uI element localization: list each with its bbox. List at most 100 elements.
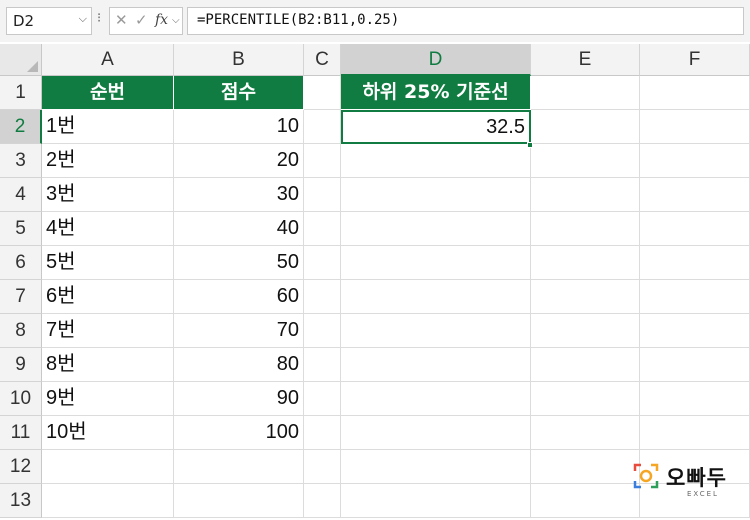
row-header-5[interactable]: 5 (0, 212, 42, 246)
cell-a12[interactable] (42, 450, 174, 484)
cell-f7[interactable] (640, 280, 750, 314)
cell-e9[interactable] (531, 348, 640, 382)
cell-c8[interactable] (304, 314, 341, 348)
cell-c5[interactable] (304, 212, 341, 246)
cell-f11[interactable] (640, 416, 750, 450)
cell-d8[interactable] (341, 314, 531, 348)
column-header-e[interactable]: E (531, 44, 640, 76)
cell-b5[interactable]: 40 (174, 212, 304, 246)
cell-b12[interactable] (174, 450, 304, 484)
cell-f3[interactable] (640, 144, 750, 178)
cell-d4[interactable] (341, 178, 531, 212)
cell-d3[interactable] (341, 144, 531, 178)
cell-e11[interactable] (531, 416, 640, 450)
cell-e7[interactable] (531, 280, 640, 314)
cell-b4[interactable]: 30 (174, 178, 304, 212)
cell-d1[interactable]: 하위 25% 기준선 (341, 76, 531, 110)
cell-a1[interactable]: 순번 (42, 76, 174, 110)
cell-e1[interactable] (531, 76, 640, 110)
cell-c3[interactable] (304, 144, 341, 178)
row-header-8[interactable]: 8 (0, 314, 42, 348)
cell-d11[interactable] (341, 416, 531, 450)
column-header-d[interactable]: D (341, 44, 531, 76)
cell-f10[interactable] (640, 382, 750, 416)
row-header-9[interactable]: 9 (0, 348, 42, 382)
cell-f1[interactable] (640, 76, 750, 110)
cell-d12[interactable] (341, 450, 531, 484)
cell-e12[interactable] (531, 450, 640, 484)
cell-c2[interactable] (304, 110, 341, 144)
cell-d7[interactable] (341, 280, 531, 314)
cell-a6[interactable]: 5번 (42, 246, 174, 280)
cell-f4[interactable] (640, 178, 750, 212)
row-header-13[interactable]: 13 (0, 484, 42, 518)
row-header-2[interactable]: 2 (0, 110, 42, 144)
cell-a2[interactable]: 1번 (42, 110, 174, 144)
cell-d5[interactable] (341, 212, 531, 246)
cell-b13[interactable] (174, 484, 304, 518)
cell-a8[interactable]: 7번 (42, 314, 174, 348)
cell-c10[interactable] (304, 382, 341, 416)
cell-e2[interactable] (531, 110, 640, 144)
row-header-12[interactable]: 12 (0, 450, 42, 484)
name-box[interactable]: D2 ⌵ (6, 7, 92, 35)
cell-e3[interactable] (531, 144, 640, 178)
cell-b1[interactable]: 점수 (174, 76, 304, 110)
expand-formula-icon[interactable]: ⌵ (172, 15, 180, 26)
cell-c12[interactable] (304, 450, 341, 484)
cell-a10[interactable]: 9번 (42, 382, 174, 416)
cell-b7[interactable]: 60 (174, 280, 304, 314)
cell-d9[interactable] (341, 348, 531, 382)
formula-input[interactable]: =PERCENTILE(B2:B11,0.25) (187, 7, 744, 35)
fill-handle[interactable] (527, 142, 533, 148)
cell-e10[interactable] (531, 382, 640, 416)
cell-b2[interactable]: 10 (174, 110, 304, 144)
cell-c9[interactable] (304, 348, 341, 382)
cell-f9[interactable] (640, 348, 750, 382)
column-header-c[interactable]: C (304, 44, 341, 76)
row-header-11[interactable]: 11 (0, 416, 42, 450)
cell-f6[interactable] (640, 246, 750, 280)
row-header-7[interactable]: 7 (0, 280, 42, 314)
more-options-icon[interactable]: ⁝ (97, 11, 101, 26)
row-header-10[interactable]: 10 (0, 382, 42, 416)
cell-c11[interactable] (304, 416, 341, 450)
enter-icon[interactable]: ✓ (135, 11, 148, 29)
row-header-1[interactable]: 1 (0, 76, 42, 110)
cell-d2[interactable]: 32.5 (341, 110, 531, 144)
cell-a4[interactable]: 3번 (42, 178, 174, 212)
cancel-icon[interactable]: ✕ (115, 11, 128, 29)
cell-a13[interactable] (42, 484, 174, 518)
cell-b3[interactable]: 20 (174, 144, 304, 178)
cell-a7[interactable]: 6번 (42, 280, 174, 314)
cell-d13[interactable] (341, 484, 531, 518)
cell-b10[interactable]: 90 (174, 382, 304, 416)
column-header-a[interactable]: A (42, 44, 174, 76)
cell-c6[interactable] (304, 246, 341, 280)
cell-e8[interactable] (531, 314, 640, 348)
cell-c7[interactable] (304, 280, 341, 314)
row-header-6[interactable]: 6 (0, 246, 42, 280)
cell-a11[interactable]: 10번 (42, 416, 174, 450)
insert-function-icon[interactable]: fx (155, 12, 168, 28)
cell-e4[interactable] (531, 178, 640, 212)
chevron-down-icon[interactable]: ⌵ (79, 12, 87, 26)
cell-b8[interactable]: 70 (174, 314, 304, 348)
cell-f5[interactable] (640, 212, 750, 246)
cell-a3[interactable]: 2번 (42, 144, 174, 178)
column-header-f[interactable]: F (640, 44, 750, 76)
select-all-button[interactable] (0, 44, 42, 76)
column-header-b[interactable]: B (174, 44, 304, 76)
cell-b6[interactable]: 50 (174, 246, 304, 280)
cell-c4[interactable] (304, 178, 341, 212)
cell-f2[interactable] (640, 110, 750, 144)
cell-f8[interactable] (640, 314, 750, 348)
cell-d6[interactable] (341, 246, 531, 280)
row-header-3[interactable]: 3 (0, 144, 42, 178)
cell-c1[interactable] (304, 76, 341, 110)
cell-b9[interactable]: 80 (174, 348, 304, 382)
cell-e6[interactable] (531, 246, 640, 280)
row-header-4[interactable]: 4 (0, 178, 42, 212)
cell-c13[interactable] (304, 484, 341, 518)
cell-b11[interactable]: 100 (174, 416, 304, 450)
